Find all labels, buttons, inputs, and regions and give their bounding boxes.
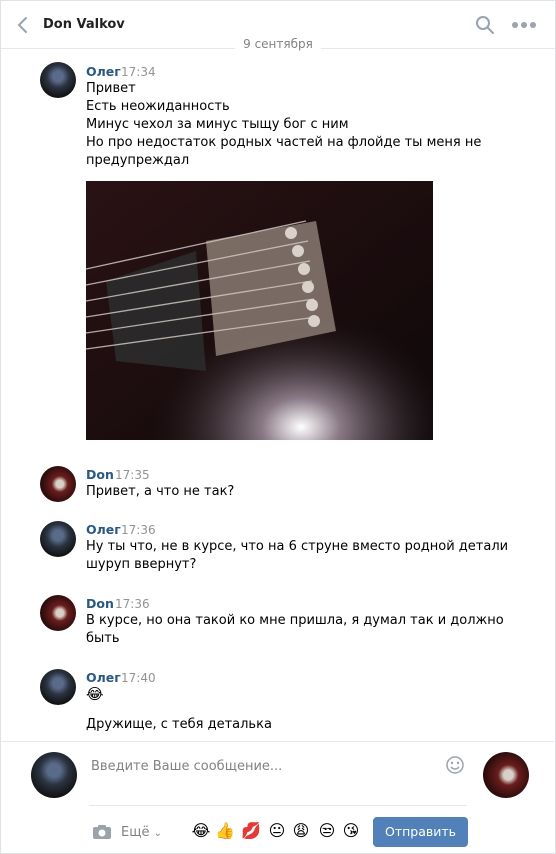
- back-arrow-icon[interactable]: [15, 15, 33, 35]
- message-text: В курсе, но она такой ко мне пришла, я д…: [86, 613, 504, 628]
- message-text: Привет, а что не так?: [86, 484, 235, 499]
- search-icon[interactable]: [475, 15, 495, 35]
- message-author[interactable]: Олег: [86, 64, 121, 79]
- chevron-down-icon: ⌄: [153, 828, 162, 839]
- guitar-photo-image: [86, 181, 433, 440]
- quick-emoji[interactable]: 😩: [291, 821, 311, 841]
- message-emoji: 😂: [86, 685, 104, 703]
- divider: [89, 805, 467, 806]
- message-time[interactable]: 17:34: [121, 65, 156, 79]
- message-text: шуруп ввернут?: [86, 557, 197, 572]
- my-avatar[interactable]: [31, 752, 77, 798]
- message-text: Дружище, с тебя деталька: [86, 717, 272, 732]
- message-time[interactable]: 17:35: [115, 468, 150, 482]
- message-author[interactable]: Don: [86, 467, 114, 482]
- message-text: Ну ты что, не в курсе, что на 6 струне в…: [86, 539, 509, 554]
- message-input-placeholder: Введите Ваше сообщение...: [91, 759, 283, 774]
- avatar[interactable]: [40, 669, 76, 705]
- message-time[interactable]: 17:40: [121, 671, 156, 685]
- message-text: Но про недостаток родных частей на флойд…: [86, 135, 482, 150]
- avatar[interactable]: [40, 62, 76, 98]
- send-button[interactable]: Отправить: [373, 817, 468, 847]
- dialog-window: Don Valkov 9 сентября Олег 17:34 Привет …: [0, 0, 556, 854]
- message-text: быть: [86, 631, 120, 646]
- avatar[interactable]: [40, 521, 76, 557]
- quick-emoji[interactable]: 😐: [267, 821, 287, 841]
- avatar[interactable]: [40, 466, 76, 502]
- quick-emoji[interactable]: 😂: [191, 821, 211, 841]
- message-text: Есть неожиданность: [86, 99, 230, 114]
- quick-emoji[interactable]: 😘: [341, 821, 361, 841]
- more-options-icon[interactable]: [511, 21, 537, 29]
- emoji-picker-icon[interactable]: [445, 755, 465, 775]
- message-text: Минус чехол за минус тыщу бог с ним: [86, 117, 349, 132]
- quick-emoji[interactable]: 👍: [215, 821, 235, 841]
- peer-avatar[interactable]: [483, 752, 529, 798]
- message-text: Привет: [86, 81, 136, 96]
- dialog-title[interactable]: Don Valkov: [43, 17, 125, 32]
- message-author[interactable]: Олег: [86, 522, 121, 537]
- message-time[interactable]: 17:36: [121, 523, 156, 537]
- camera-icon[interactable]: [92, 824, 112, 840]
- message-time[interactable]: 17:36: [115, 597, 150, 611]
- avatar[interactable]: [40, 595, 76, 631]
- message-text: предупреждал: [86, 153, 190, 168]
- quick-emoji[interactable]: 💋: [241, 821, 261, 841]
- more-attachments-button[interactable]: Ещё ⌄: [121, 825, 162, 840]
- quick-emoji[interactable]: 😒: [317, 821, 337, 841]
- message-author[interactable]: Олег: [86, 670, 121, 685]
- message-author[interactable]: Don: [86, 596, 114, 611]
- date-separator: 9 сентября: [1, 37, 555, 57]
- attached-photo[interactable]: [86, 181, 433, 440]
